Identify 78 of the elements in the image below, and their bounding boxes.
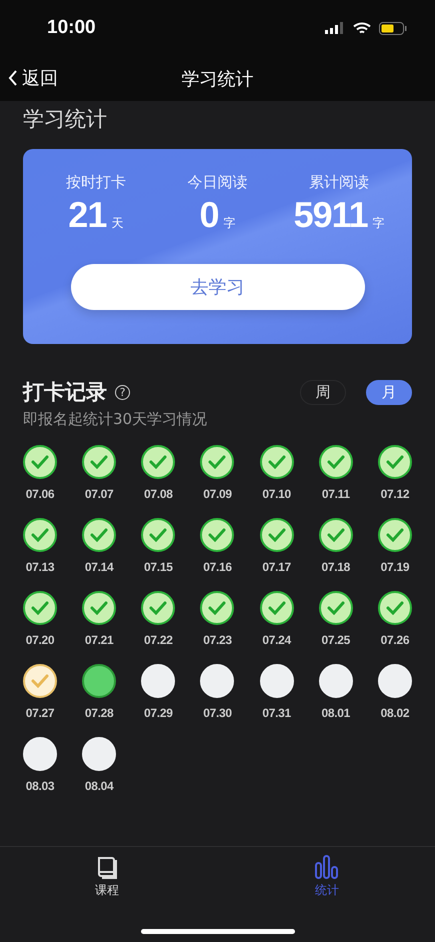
day-date: 07.13 <box>26 560 54 574</box>
check-icon <box>208 455 226 469</box>
day-date: 07.31 <box>262 706 291 720</box>
day-date: 08.02 <box>380 706 410 720</box>
day-date: 07.22 <box>144 633 173 647</box>
day-date: 07.11 <box>322 487 350 501</box>
period-toggle[interactable]: 周 <box>300 380 346 404</box>
stat-unit: 天 <box>111 215 124 232</box>
check-icon <box>149 601 168 615</box>
stat-value: 21 <box>68 194 106 236</box>
check-icon <box>90 455 108 469</box>
page-title: 学习统计 <box>182 68 254 90</box>
period-toggle[interactable]: 月 <box>366 380 412 404</box>
check-icon <box>208 528 226 542</box>
check-icon <box>31 674 49 688</box>
day-date: 07.08 <box>144 487 173 501</box>
day-date: 07.21 <box>84 633 114 647</box>
book-icon <box>96 855 118 879</box>
tab-bar-item[interactable]: 课程 <box>95 855 119 899</box>
check-icon <box>326 528 345 542</box>
day-date: 07.09 <box>203 487 232 501</box>
check-icon <box>268 455 286 469</box>
section-title: 学习统计 <box>23 106 108 133</box>
day-date: 07.29 <box>144 706 173 720</box>
wifi-icon <box>353 22 371 34</box>
bar-chart-icon <box>314 855 340 879</box>
check-icon <box>268 528 286 542</box>
day-date: 07.27 <box>26 706 54 720</box>
day-date: 07.07 <box>84 487 114 501</box>
stat-value: 0 <box>199 194 218 236</box>
stat-label: 今日阅读 <box>187 173 248 192</box>
day-date: 08.01 <box>322 706 350 720</box>
day-date: 07.17 <box>262 560 291 574</box>
check-icon <box>90 528 108 542</box>
day-date: 07.24 <box>262 633 291 647</box>
check-icon <box>326 601 345 615</box>
check-icon <box>31 455 49 469</box>
stat-label: 累计阅读 <box>309 173 370 192</box>
check-icon <box>31 601 49 615</box>
day-date: 07.06 <box>26 487 54 501</box>
record-subtitle: 即报名起统计30天学习情况 <box>23 410 208 429</box>
record-title: 打卡记录 <box>23 379 107 406</box>
check-icon <box>31 528 49 542</box>
day-date: 07.15 <box>144 560 173 574</box>
day-date: 08.03 <box>26 779 54 793</box>
day-date: 07.18 <box>322 560 350 574</box>
check-icon <box>90 601 108 615</box>
check-icon <box>208 601 226 615</box>
check-icon <box>386 601 404 615</box>
chevron-left-icon <box>8 70 18 86</box>
day-date: 07.19 <box>380 560 410 574</box>
signal-icon <box>325 22 345 34</box>
check-icon <box>326 455 345 469</box>
check-icon <box>149 528 168 542</box>
stat-unit: 字 <box>224 215 236 232</box>
check-icon <box>386 528 404 542</box>
day-date: 08.04 <box>84 779 114 793</box>
day-date: 07.12 <box>380 487 410 501</box>
day-date: 07.28 <box>84 706 114 720</box>
help-icon[interactable]: ? <box>115 384 130 400</box>
day-date: 07.20 <box>26 633 54 647</box>
day-date: 07.23 <box>203 633 232 647</box>
day-date: 07.25 <box>322 633 350 647</box>
day-date: 07.30 <box>203 706 232 720</box>
check-icon <box>386 455 404 469</box>
day-date: 07.10 <box>262 487 291 501</box>
day-date: 07.16 <box>203 560 232 574</box>
stat-value: 5911 <box>294 194 368 236</box>
check-icon <box>268 601 286 615</box>
status-time: 10:00 <box>47 17 96 39</box>
back-button[interactable]: 返回 <box>8 66 58 90</box>
study-button[interactable]: 去学习 <box>70 264 364 310</box>
stat-label: 按时打卡 <box>66 173 126 192</box>
day-date: 07.14 <box>84 560 114 574</box>
check-icon <box>149 455 168 469</box>
battery-icon <box>379 22 407 34</box>
stat-unit: 字 <box>372 215 385 232</box>
day-date: 07.26 <box>380 633 410 647</box>
